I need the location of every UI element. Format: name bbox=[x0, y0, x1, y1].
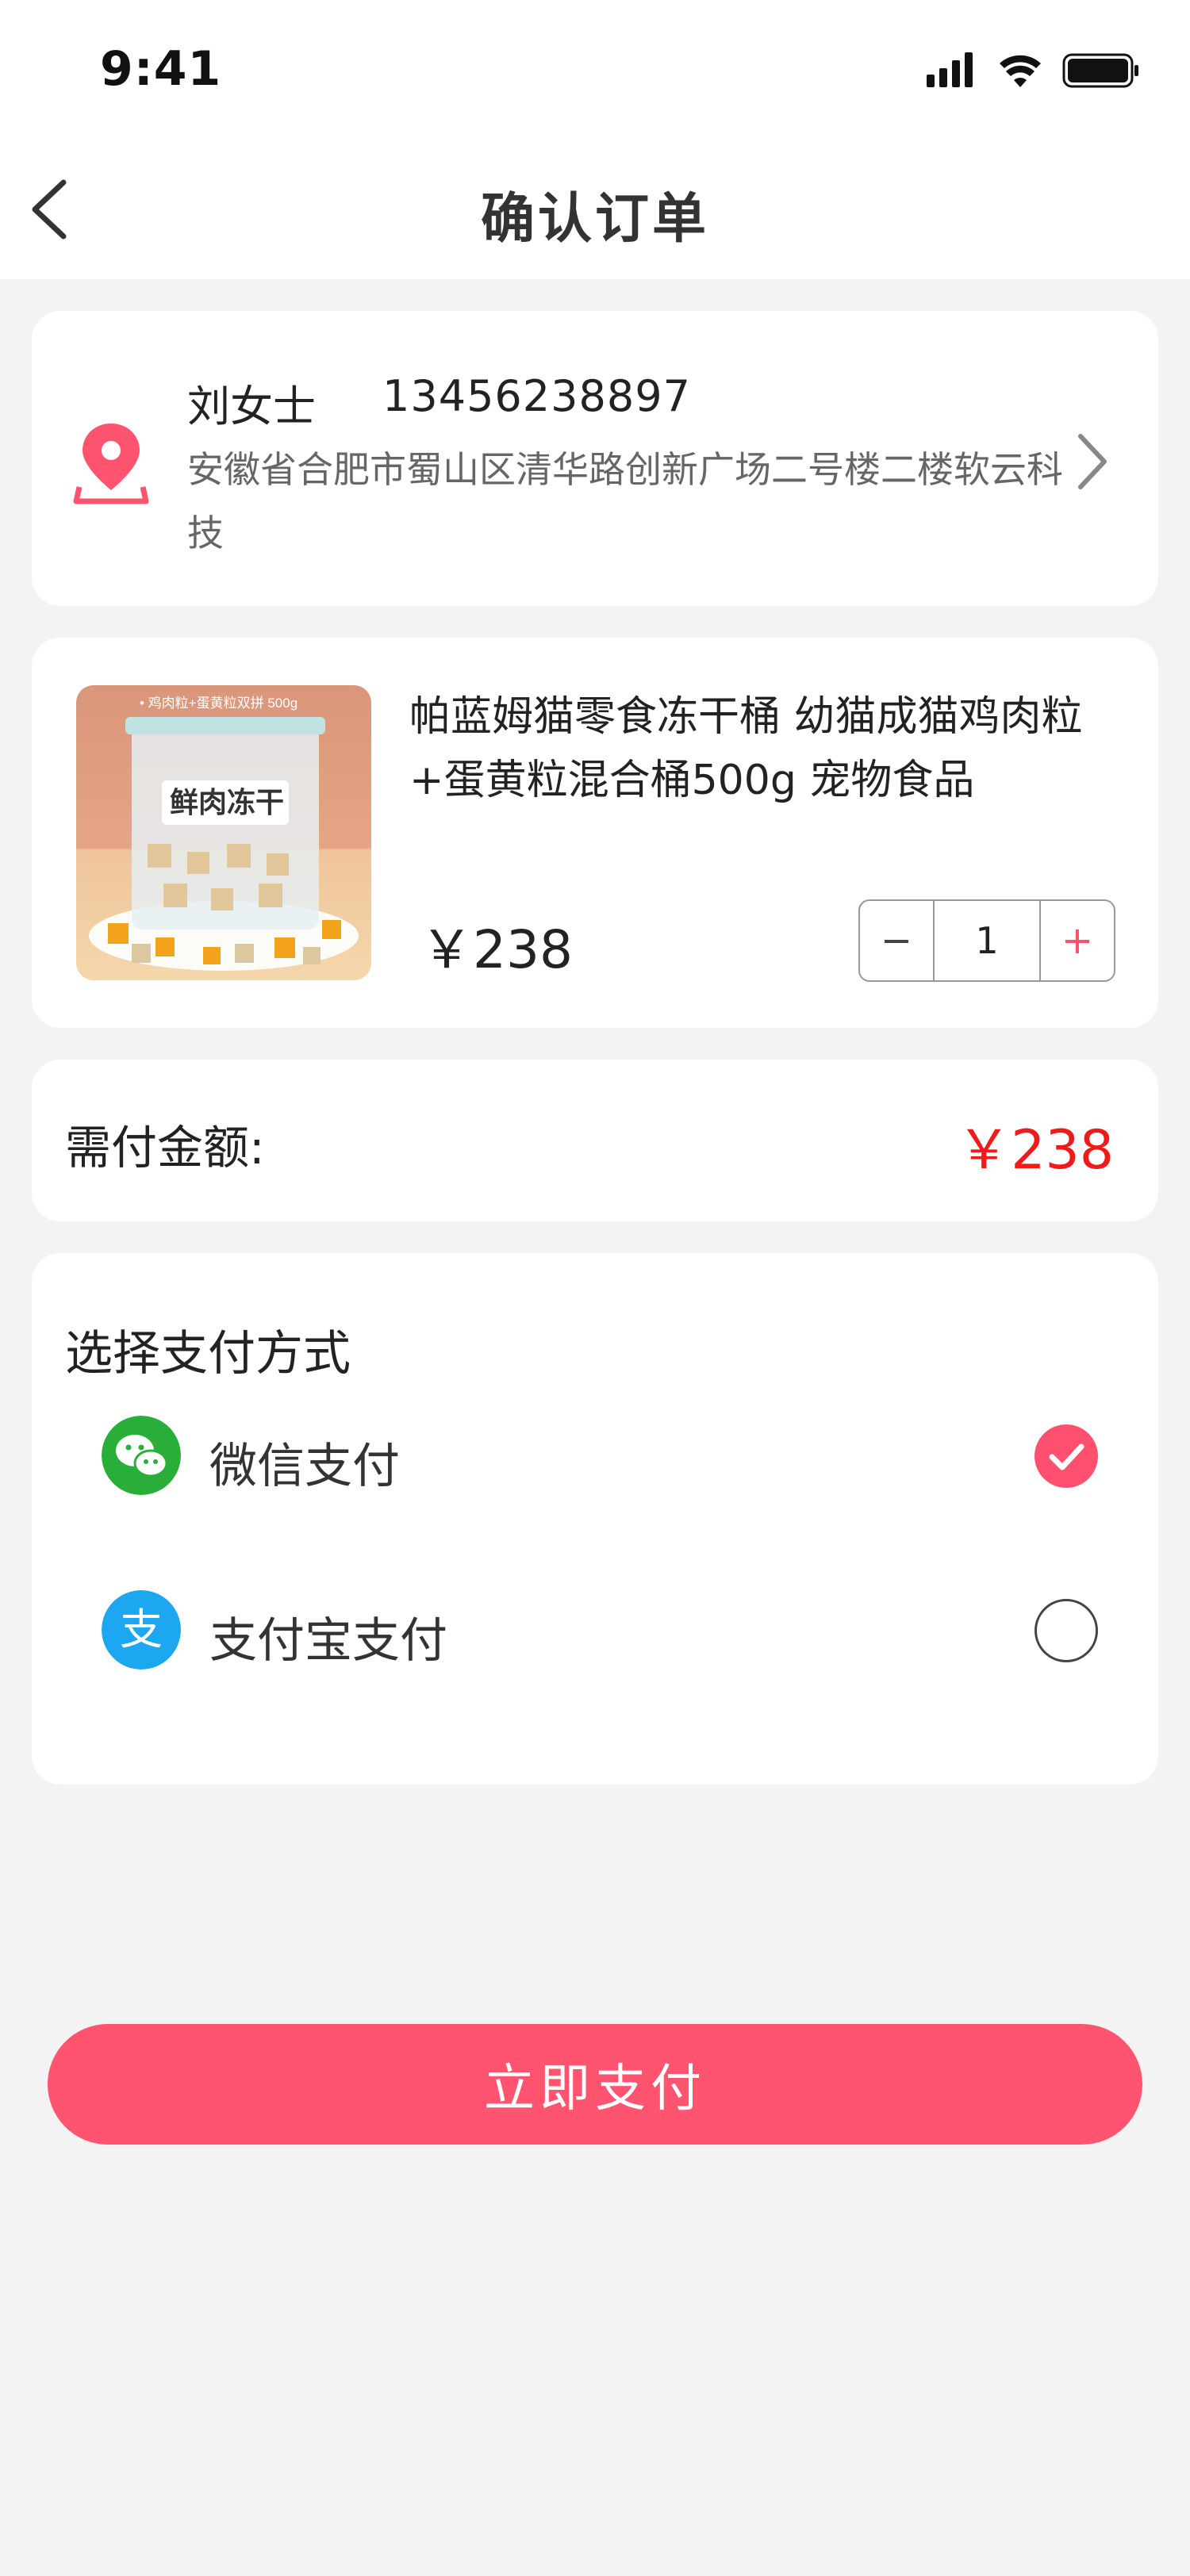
decrease-button[interactable]: − bbox=[860, 901, 935, 980]
quantity-stepper: − 1 + bbox=[858, 899, 1115, 982]
svg-text:支: 支 bbox=[120, 1604, 163, 1654]
wifi-icon bbox=[1000, 55, 1041, 87]
image-label: 鲜肉冻干 bbox=[170, 786, 284, 818]
signal-icon bbox=[927, 52, 973, 87]
battery-icon bbox=[1062, 53, 1138, 88]
payment-section-title: 选择支付方式 bbox=[65, 1326, 351, 1382]
product-image: • 鸡肉粒+蛋黄粒双拼 500g 鲜肉冻干 bbox=[76, 685, 371, 980]
product-card: • 鸡肉粒+蛋黄粒双拼 500g 鲜肉冻干 帕蓝姆猫零食冻干桶 幼猫成猫鸡肉粒+… bbox=[32, 638, 1158, 1028]
location-pin-icon bbox=[73, 424, 149, 504]
amount-label: 需付金额: bbox=[65, 1121, 265, 1175]
payment-option-wechat[interactable]: 微信支付 bbox=[32, 1396, 1158, 1515]
recipient-name: 刘女士 bbox=[187, 381, 316, 431]
image-tagline: • 鸡肉粒+蛋黄粒双拼 500g bbox=[140, 696, 298, 711]
navigation-bar: 确认订单 bbox=[0, 140, 1190, 279]
alipay-icon: 支 bbox=[102, 1590, 181, 1669]
product-title: 帕蓝姆猫零食冻干桶 幼猫成猫鸡肉粒+蛋黄粒混合桶500g 宠物食品 bbox=[409, 693, 1083, 804]
page-title: 确认订单 bbox=[480, 188, 709, 251]
product-price: ￥238 bbox=[420, 919, 573, 980]
payment-option-label: 微信支付 bbox=[209, 1439, 400, 1494]
payment-method-card: 选择支付方式 微信支付 支 支付宝支付 bbox=[32, 1253, 1158, 1784]
chevron-right-icon bbox=[1078, 434, 1107, 489]
recipient-phone: 13456238897 bbox=[382, 371, 691, 421]
checkmark-icon bbox=[1049, 1443, 1084, 1470]
address-card[interactable]: 刘女士 13456238897 安徽省合肥市蜀山区清华路创新广场二号楼二楼软云科… bbox=[32, 311, 1158, 606]
payment-option-label: 支付宝支付 bbox=[209, 1613, 447, 1669]
pay-now-button[interactable]: 立即支付 bbox=[48, 2024, 1142, 2145]
radio-unselected[interactable] bbox=[1035, 1599, 1098, 1662]
status-icons bbox=[927, 51, 1141, 90]
address-detail: 安徽省合肥市蜀山区清华路创新广场二号楼二楼软云科技 bbox=[187, 448, 1063, 554]
quantity-value[interactable]: 1 bbox=[935, 901, 1039, 980]
amount-card: 需付金额: ￥238 bbox=[32, 1060, 1158, 1221]
status-bar: 9:41 bbox=[0, 0, 1190, 140]
amount-value: ￥238 bbox=[957, 1119, 1114, 1182]
increase-button[interactable]: + bbox=[1039, 901, 1114, 980]
status-time: 9:41 bbox=[100, 41, 222, 97]
payment-option-alipay[interactable]: 支 支付宝支付 bbox=[32, 1570, 1158, 1689]
wechat-icon bbox=[102, 1416, 181, 1495]
radio-selected[interactable] bbox=[1035, 1424, 1098, 1488]
